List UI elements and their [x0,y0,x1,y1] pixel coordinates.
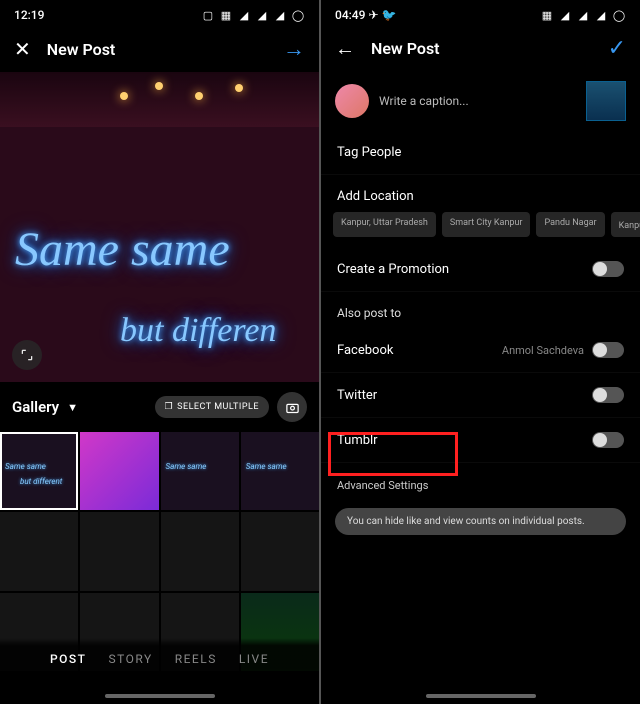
signal-icon: ◢ [576,8,590,22]
stack-icon: ❐ [165,402,174,412]
status-icons: ▢ ▦ ◢ ◢ ◢ ◯ [201,8,305,22]
gallery-thumb[interactable] [241,512,319,590]
caption-input[interactable]: Write a caption... [379,94,576,108]
add-location-row[interactable]: Add Location [321,175,640,212]
clock: 04:49 ✈ 🐦 [335,8,396,22]
status-bar: 04:49 ✈ 🐦 ▦ ◢ ◢ ◢ ◯ [321,0,640,26]
chevron-down-icon[interactable]: ▼ [67,401,78,414]
advanced-settings-row[interactable]: Advanced Settings [321,463,640,508]
header: ← New Post ✓ [321,26,640,71]
wifi-icon: ◢ [558,8,572,22]
clock: 12:19 [14,8,44,22]
telegram-icon: ✈ [368,8,378,22]
screenshot-right: 04:49 ✈ 🐦 ▦ ◢ ◢ ◢ ◯ ← New Post ✓ Write a… [321,0,640,704]
signal-icon: ◢ [255,8,269,22]
status-icons: ▦ ◢ ◢ ◢ ◯ [540,8,626,22]
image-preview[interactable]: Same same but differen [0,72,319,382]
facebook-toggle[interactable] [592,342,624,358]
cast-icon: ▦ [219,8,233,22]
facebook-row[interactable]: Facebook Anmol Sachdeva [321,328,640,373]
page-title: New Post [47,40,267,59]
gallery-picker[interactable]: Gallery [12,398,59,416]
mode-tabs: POST STORY REELS LIVE [0,638,319,676]
twitter-toggle[interactable] [592,387,624,403]
location-chip[interactable]: Kanpur Up78 वाला [611,212,640,237]
tag-people-row[interactable]: Tag People [321,131,640,175]
neon-text-2: but differen [120,312,276,350]
location-suggestions: Kanpur, Uttar Pradesh Smart City Kanpur … [321,212,640,247]
expand-icon[interactable] [12,340,42,370]
create-promotion-row[interactable]: Create a Promotion [321,247,640,292]
gallery-grid: Same samebut different Same same Same sa… [0,432,319,671]
camera-button[interactable] [277,392,307,422]
home-indicator[interactable] [426,694,536,698]
home-indicator[interactable] [105,694,215,698]
gallery-thumb[interactable] [0,512,78,590]
next-arrow-icon[interactable]: → [283,36,305,62]
post-thumbnail[interactable] [586,81,626,121]
twitter-row[interactable]: Twitter [321,373,640,418]
page-title: New Post [371,39,592,58]
neon-text-1: Same same [15,222,230,277]
gallery-thumb[interactable]: Same samebut different [0,432,78,510]
back-arrow-icon[interactable]: ← [335,36,355,61]
status-bar: 12:19 ▢ ▦ ◢ ◢ ◢ ◯ [0,0,319,26]
battery-icon: ◯ [612,8,626,22]
location-chip[interactable]: Smart City Kanpur [442,212,531,237]
caption-row: Write a caption... [321,71,640,131]
tumblr-toggle[interactable] [592,432,624,448]
twitter-icon: 🐦 [381,8,396,22]
header: ✕ New Post → [0,26,319,72]
gallery-bar: Gallery ▼ ❐ SELECT MULTIPLE [0,382,319,432]
also-post-header: Also post to [321,292,640,328]
gallery-thumb[interactable]: Same same [161,432,239,510]
hide-likes-tooltip: You can hide like and view counts on ind… [335,508,626,535]
confirm-check-icon[interactable]: ✓ [608,36,626,61]
location-chip[interactable]: Kanpur, Uttar Pradesh [333,212,436,237]
avatar [335,84,369,118]
facebook-account: Anmol Sachdeva [502,344,584,357]
screenshot-left: 12:19 ▢ ▦ ◢ ◢ ◢ ◯ ✕ New Post → Same same… [0,0,319,704]
signal-icon: ◢ [594,8,608,22]
tab-story[interactable]: STORY [109,652,153,666]
battery-icon: ◯ [291,8,305,22]
cast-icon: ▦ [540,8,554,22]
select-multiple-button[interactable]: ❐ SELECT MULTIPLE [155,396,269,418]
promotion-toggle[interactable] [592,261,624,277]
tab-live[interactable]: LIVE [239,652,269,666]
wifi-icon: ◢ [237,8,251,22]
tab-reels[interactable]: REELS [175,652,217,666]
gallery-thumb[interactable] [80,432,158,510]
signal-icon: ◢ [273,8,287,22]
tumblr-row[interactable]: Tumblr [321,418,640,463]
tab-post[interactable]: POST [50,652,87,666]
picture-icon: ▢ [201,8,215,22]
close-icon[interactable]: ✕ [14,37,31,61]
gallery-thumb[interactable] [80,512,158,590]
gallery-thumb[interactable] [161,512,239,590]
gallery-thumb[interactable]: Same same [241,432,319,510]
location-chip[interactable]: Pandu Nagar [536,212,604,237]
